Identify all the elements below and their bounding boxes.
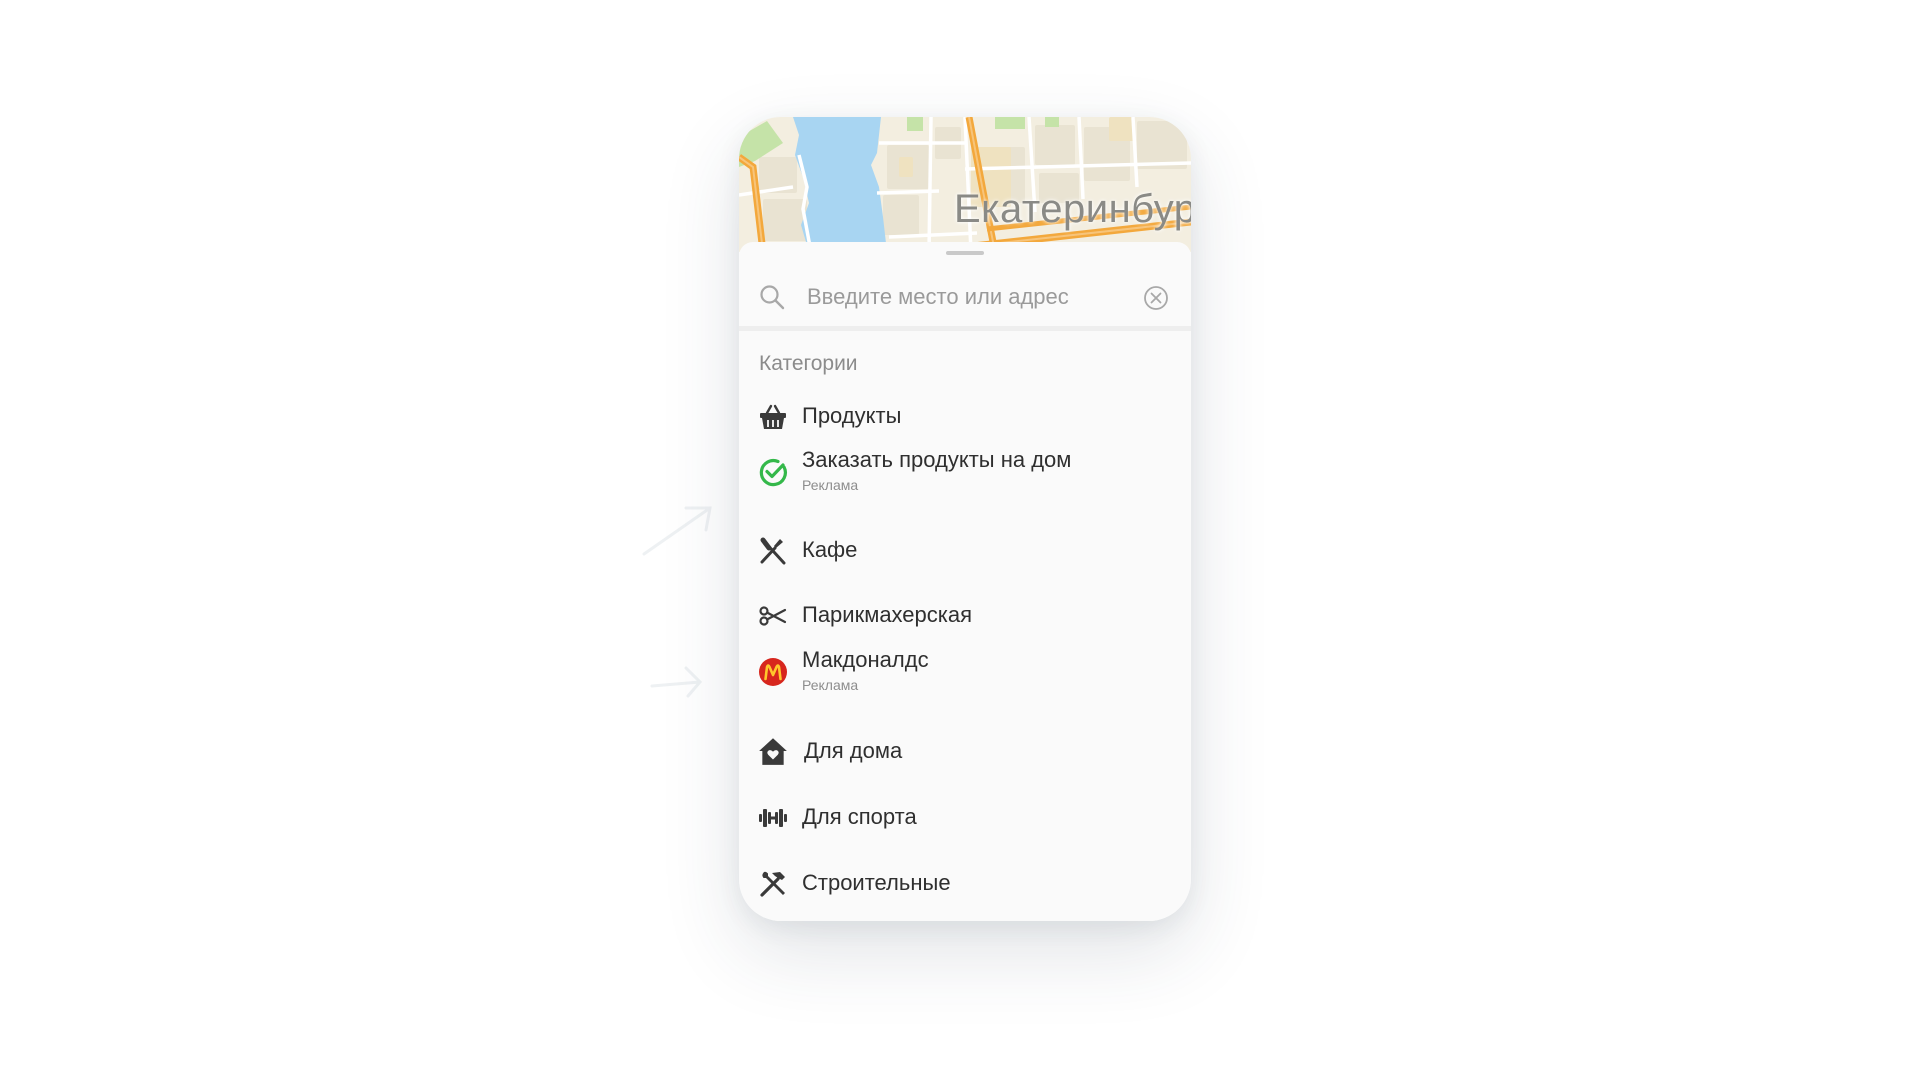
category-item-products[interactable]: Продукты	[739, 390, 1191, 442]
category-label: Для дома	[804, 738, 903, 763]
map-view[interactable]: Екатеринбург	[739, 117, 1191, 256]
phone-frame: Екатеринбург Введите место или адрес Кат…	[739, 117, 1191, 921]
decorative-arrow-icon	[642, 506, 712, 556]
category-label: Для спорта	[802, 804, 917, 829]
fork-knife-icon	[760, 537, 786, 565]
category-label: Кафе	[802, 537, 858, 562]
category-item-sport[interactable]: Для спорта	[739, 791, 1191, 843]
ad-sublabel: Реклама	[802, 477, 859, 493]
categories-heading: Категории	[759, 352, 858, 375]
sheet-grabber-handle[interactable]	[946, 251, 984, 255]
category-item-cafe[interactable]: Кафе	[739, 524, 1191, 576]
bottom-sheet: Введите место или адрес Категории Продук…	[739, 242, 1191, 921]
ad-sublabel: Реклама	[802, 677, 859, 693]
category-item-hairdresser[interactable]: Парикмахерская	[739, 589, 1191, 641]
hammer-wrench-icon	[760, 871, 785, 897]
house-heart-icon	[759, 738, 787, 765]
category-item-grocery-delivery-ad[interactable]: Заказать продукты на дом Реклама	[739, 445, 1191, 497]
search-icon	[760, 285, 785, 310]
search-bar[interactable]: Введите место или адрес	[739, 264, 1191, 326]
search-input[interactable]: Введите место или адрес	[807, 284, 1069, 310]
category-label: Продукты	[802, 403, 902, 428]
category-item-home[interactable]: Для дома	[739, 725, 1191, 777]
category-item-construction[interactable]: Строительные	[739, 857, 1191, 909]
scissors-icon	[759, 606, 787, 626]
category-label: Заказать продукты на дом	[802, 447, 1072, 472]
check-circle-icon	[759, 459, 787, 487]
clear-circle-icon[interactable]	[1143, 285, 1169, 311]
map-city-label: Екатеринбург	[954, 187, 1191, 231]
decorative-arrow-icon	[650, 666, 703, 698]
category-label: Макдоналдс	[802, 647, 929, 672]
category-label: Парикмахерская	[802, 602, 973, 627]
basket-icon	[760, 404, 786, 429]
section-divider	[739, 326, 1191, 331]
dumbbell-icon	[759, 809, 787, 827]
category-label: Строительные	[802, 870, 951, 895]
category-item-mcdonalds-ad[interactable]: Макдоналдс Реклама	[739, 645, 1191, 697]
mcdonalds-logo-icon	[759, 658, 787, 686]
